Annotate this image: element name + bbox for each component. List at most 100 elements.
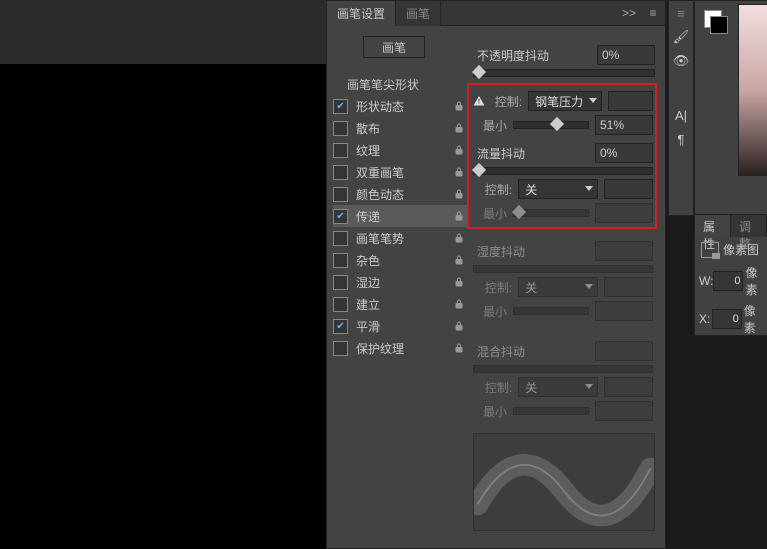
x-row: X: 像素 — [695, 300, 767, 338]
min-label: 最小 — [473, 403, 507, 420]
checkbox-icon[interactable] — [333, 187, 348, 202]
lock-icon[interactable] — [451, 208, 467, 224]
wetness-jitter-slider — [473, 265, 653, 273]
tab-adjustments[interactable]: 调整 — [731, 215, 767, 237]
brushes-preset-button[interactable]: 画笔 — [363, 36, 425, 58]
width-input[interactable] — [713, 271, 743, 291]
opacity-control-block: 控制: 钢笔压力 最小 51% 流量抖动 0% 控制: 关 最小 — [473, 87, 653, 227]
option-texture[interactable]: 纹理 — [333, 139, 467, 161]
character-panel-icon[interactable]: A| — [670, 104, 692, 126]
opacity-jitter-slider[interactable] — [473, 69, 655, 77]
checkbox-icon[interactable] — [333, 209, 348, 224]
visibility-icon[interactable]: 👁 — [670, 50, 692, 72]
checkbox-icon[interactable] — [333, 165, 348, 180]
option-brush-pose[interactable]: 画笔笔势 — [333, 227, 467, 249]
checkbox-icon[interactable] — [333, 275, 348, 290]
lock-icon[interactable] — [451, 98, 467, 114]
wetness-jitter-value — [595, 241, 653, 261]
width-row: W: 像素 — [695, 262, 767, 300]
flow-jitter-slider[interactable] — [473, 167, 653, 175]
wetness-block: 湿度抖动 控制: 关 最小 — [473, 237, 653, 325]
lock-icon[interactable] — [451, 230, 467, 246]
lock-icon[interactable] — [451, 252, 467, 268]
checkbox-icon[interactable] — [333, 143, 348, 158]
lock-icon[interactable] — [451, 340, 467, 356]
checkbox-icon[interactable] — [333, 341, 348, 356]
brush-settings-panel: 画笔设置 画笔 >> ≡ 画笔 画笔笔尖形状 形状动态 散布 纹理 双重画笔 颜… — [326, 0, 666, 549]
wetness-jitter-label: 湿度抖动 — [473, 243, 545, 260]
app-topbar — [0, 0, 326, 64]
option-transfer[interactable]: 传递 — [333, 205, 467, 227]
option-color-dynamics[interactable]: 颜色动态 — [333, 183, 467, 205]
mix-min-slider — [513, 407, 589, 415]
lock-icon[interactable] — [451, 274, 467, 290]
option-scattering[interactable]: 散布 — [333, 117, 467, 139]
checkbox-icon[interactable] — [333, 231, 348, 246]
min-label: 最小 — [473, 117, 507, 134]
lock-icon[interactable] — [451, 186, 467, 202]
flow-control-select[interactable]: 关 — [518, 179, 598, 199]
mix-jitter-value — [595, 341, 653, 361]
option-smoothing[interactable]: 平滑 — [333, 315, 467, 337]
checkbox-icon[interactable] — [333, 121, 348, 136]
panel-menu-icon[interactable]: ≡ — [641, 6, 665, 20]
flow-min-value — [595, 203, 653, 223]
flow-jitter-label: 流量抖动 — [473, 145, 545, 162]
document-canvas[interactable] — [0, 64, 326, 549]
x-input[interactable] — [712, 309, 742, 329]
control-label: 控制: — [473, 181, 512, 198]
checkbox-icon[interactable] — [333, 297, 348, 312]
strip-menu-icon[interactable]: ≡ — [670, 2, 692, 24]
control-label: 控制: — [487, 93, 522, 110]
opacity-jitter-row: 不透明度抖动 0% — [473, 41, 655, 81]
collapse-icon[interactable]: >> — [617, 6, 641, 20]
lock-icon[interactable] — [451, 318, 467, 334]
brush-tip-shape[interactable]: 画笔笔尖形状 — [333, 73, 467, 95]
option-protect-texture[interactable]: 保护纹理 — [333, 337, 467, 359]
panel-tabbar: 画笔设置 画笔 >> ≡ — [327, 1, 665, 26]
checkbox-icon[interactable] — [333, 253, 348, 268]
option-dual-brush[interactable]: 双重画笔 — [333, 161, 467, 183]
brush-tool-icon[interactable]: 🖌 — [670, 26, 692, 48]
brush-stroke-preview — [473, 433, 655, 531]
fg-bg-swatch[interactable] — [704, 10, 724, 30]
tab-brush-settings[interactable]: 画笔设置 — [327, 1, 396, 26]
min-label: 最小 — [473, 205, 507, 222]
opacity-control-select[interactable]: 钢笔压力 — [528, 91, 602, 111]
lock-icon[interactable] — [451, 296, 467, 312]
wetness-min-value — [595, 301, 653, 321]
option-noise[interactable]: 杂色 — [333, 249, 467, 271]
option-wet-edges[interactable]: 湿边 — [333, 271, 467, 293]
checkbox-icon[interactable] — [333, 319, 348, 334]
mix-min-value — [595, 401, 653, 421]
opacity-jitter-value[interactable]: 0% — [597, 45, 655, 65]
dock-side-strip: ≡ 🖌 👁 A| ¶ — [668, 0, 694, 216]
flow-control-extra[interactable] — [604, 179, 653, 199]
control-label: 控制: — [473, 279, 512, 296]
min-label: 最小 — [473, 303, 507, 320]
checkbox-icon[interactable] — [333, 99, 348, 114]
opacity-min-slider[interactable] — [513, 121, 589, 129]
wetness-control-extra — [604, 277, 653, 297]
flow-jitter-value[interactable]: 0% — [595, 143, 653, 163]
properties-panel: 属性 调整 像素图 W: 像素 X: 像素 — [694, 214, 767, 336]
mix-control-extra — [604, 377, 653, 397]
properties-type-label: 像素图 — [723, 241, 759, 258]
opacity-min-value[interactable]: 51% — [595, 115, 653, 135]
lock-icon[interactable] — [451, 142, 467, 158]
mix-jitter-slider — [473, 365, 653, 373]
lock-icon[interactable] — [451, 164, 467, 180]
option-shape-dynamics[interactable]: 形状动态 — [333, 95, 467, 117]
tab-properties[interactable]: 属性 — [695, 215, 731, 237]
flow-min-slider — [513, 209, 589, 217]
brush-options-list: 画笔笔尖形状 形状动态 散布 纹理 双重画笔 颜色动态 传递 画笔笔势 杂色 湿… — [333, 73, 467, 359]
brush-color-preview[interactable] — [738, 4, 767, 176]
lock-icon[interactable] — [451, 120, 467, 136]
paragraph-panel-icon[interactable]: ¶ — [670, 128, 692, 150]
pixel-layer-icon — [701, 242, 719, 258]
tab-brushes[interactable]: 画笔 — [396, 1, 441, 26]
option-buildup[interactable]: 建立 — [333, 293, 467, 315]
opacity-control-extra[interactable] — [608, 91, 653, 111]
wetness-control-select: 关 — [518, 277, 598, 297]
mix-jitter-label: 混合抖动 — [473, 343, 545, 360]
